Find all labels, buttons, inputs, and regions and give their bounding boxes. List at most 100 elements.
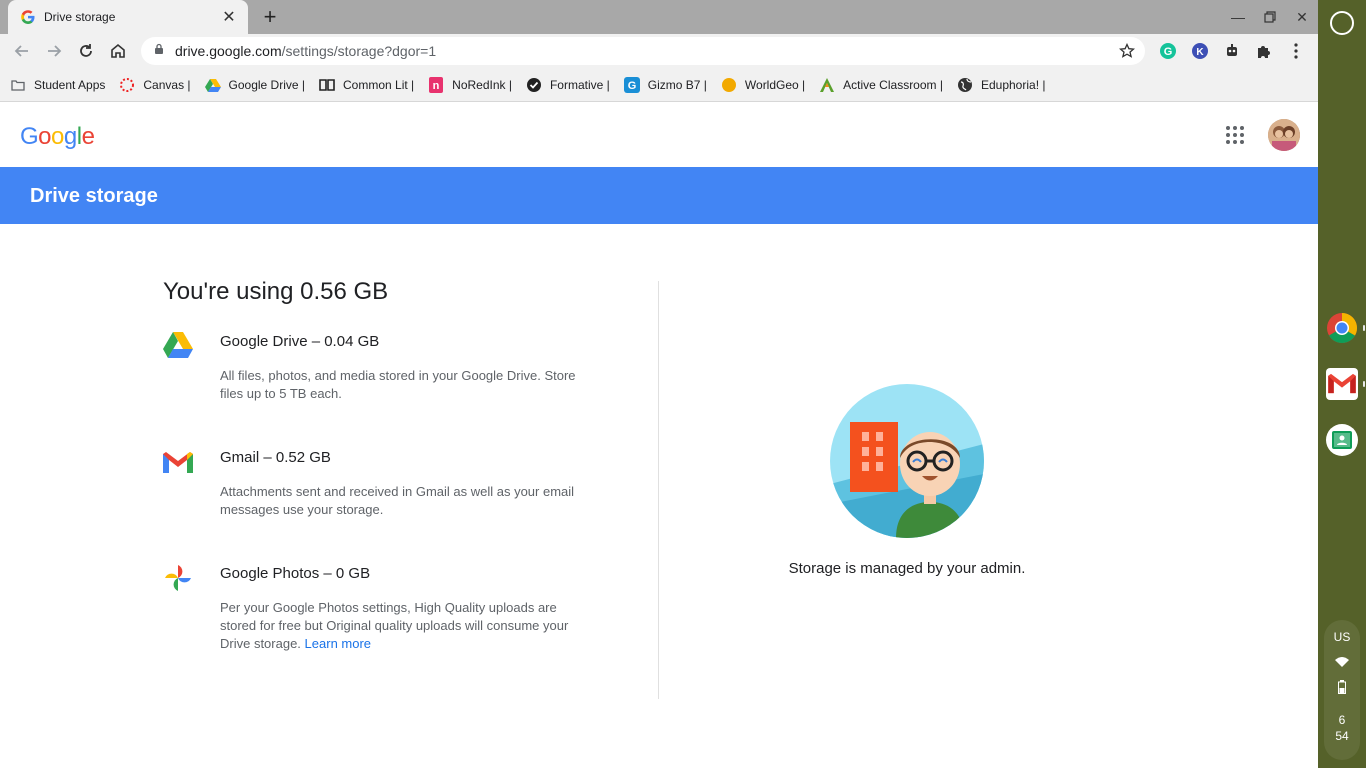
admin-illustration: [830, 384, 984, 538]
toolbar: drive.google.com/settings/storage?dgor=1…: [0, 34, 1318, 68]
item-description: All files, photos, and media stored in y…: [220, 368, 576, 401]
worldgeo-icon: [721, 77, 737, 93]
menu-kebab-icon[interactable]: [1286, 41, 1306, 61]
formative-icon: [526, 77, 542, 93]
svg-text:n: n: [433, 80, 440, 92]
usage-heading: You're using 0.56 GB: [163, 278, 389, 305]
bookmark-label: Canvas |: [143, 77, 191, 92]
item-description: Per your Google Photos settings, High Qu…: [220, 599, 580, 653]
google-apps-icon[interactable]: [1223, 123, 1247, 147]
bookmark-active-classroom[interactable]: Active Classroom |: [819, 77, 943, 93]
learn-more-link[interactable]: Learn more: [305, 636, 371, 651]
item-name: Gmail – 0.52 GB: [220, 449, 331, 466]
bookmark-gizmo[interactable]: G Gizmo B7 |: [623, 76, 707, 93]
bookmarks-bar: Student Apps Canvas | Google Drive | Com…: [0, 68, 1318, 102]
avatar[interactable]: [1268, 119, 1300, 151]
extension-robot-icon[interactable]: [1222, 41, 1242, 61]
minimize-icon[interactable]: —: [1226, 6, 1250, 28]
item-name: Google Photos – 0 GB: [220, 565, 371, 582]
google-header: Google: [0, 103, 1318, 167]
globe-icon: [957, 77, 973, 93]
browser-window: Drive storage ✕ + — ✕ drive.google.com/s…: [0, 0, 1318, 768]
running-indicator: [1363, 381, 1365, 387]
bookmark-formative[interactable]: Formative |: [526, 77, 610, 93]
clock-hour: 6: [1338, 713, 1346, 727]
bookmark-google-drive[interactable]: Google Drive |: [204, 77, 306, 93]
page-title: Drive storage: [30, 185, 158, 207]
grammarly-icon[interactable]: G: [1158, 41, 1178, 61]
os-shelf: US 6 54: [1318, 0, 1366, 768]
forward-button[interactable]: [40, 37, 68, 65]
page-banner: Drive storage: [0, 167, 1318, 224]
home-button[interactable]: [104, 37, 132, 65]
google-drive-icon: [204, 77, 221, 93]
canvas-icon: [119, 77, 135, 93]
bookmark-worldgeo[interactable]: WorldGeo |: [721, 77, 805, 93]
bookmark-label: Student Apps: [34, 77, 106, 92]
item-name: Google Drive – 0.04 GB: [220, 333, 380, 350]
running-indicator: [1363, 325, 1365, 331]
back-button[interactable]: [8, 37, 36, 65]
url-path: /settings/storage?dgor=1: [281, 43, 437, 59]
google-g-icon: [20, 9, 36, 25]
extensions-puzzle-icon[interactable]: [1254, 41, 1274, 61]
bookmark-label: Formative |: [549, 77, 610, 92]
bookmark-label: WorldGeo |: [744, 77, 806, 92]
active-classroom-icon: [819, 77, 835, 93]
logo-letter: o: [51, 123, 64, 150]
bookmark-label: Eduphoria! |: [980, 77, 1046, 92]
svg-text:G: G: [1164, 46, 1173, 58]
folder-icon: [10, 77, 26, 93]
logo-letter: o: [38, 123, 52, 150]
lock-icon: [153, 42, 165, 60]
battery-icon: [1338, 680, 1346, 699]
bookmark-canvas[interactable]: Canvas |: [119, 77, 191, 93]
gizmo-icon: G: [623, 76, 640, 93]
tab-drive-storage[interactable]: Drive storage ✕: [8, 0, 248, 34]
book-icon: [319, 77, 335, 93]
page-content: Google Drive storage You're using 0.56 G…: [0, 103, 1318, 768]
item-description: Attachments sent and received in Gmail a…: [220, 484, 575, 517]
bookmark-label: NoRedInk |: [452, 77, 512, 92]
google-photos-icon: [163, 563, 195, 595]
bookmark-student-apps[interactable]: Student Apps: [10, 77, 105, 93]
logo-letter: g: [63, 123, 77, 150]
logo-letter: G: [20, 123, 39, 150]
status-tray[interactable]: US 6 54: [1324, 620, 1360, 760]
wifi-icon: [1335, 654, 1349, 672]
chrome-icon[interactable]: [1326, 312, 1358, 344]
item-description-text: Per your Google Photos settings, High Qu…: [220, 600, 569, 651]
clock-minute: 54: [1335, 729, 1349, 743]
gmail-icon[interactable]: [1326, 368, 1358, 400]
admin-message: Storage is managed by your admin.: [788, 560, 1026, 577]
bookmark-label: Google Drive |: [228, 77, 306, 92]
logo-letter: e: [81, 123, 95, 150]
reload-button[interactable]: [72, 37, 100, 65]
address-bar[interactable]: drive.google.com/settings/storage?dgor=1: [141, 37, 1145, 65]
bookmark-common-lit[interactable]: Common Lit |: [319, 77, 414, 93]
window-close-icon[interactable]: ✕: [1290, 6, 1314, 28]
close-icon[interactable]: ✕: [220, 8, 238, 26]
bookmark-eduphoria[interactable]: Eduphoria! |: [957, 77, 1046, 93]
bookmark-label: Gizmo B7 |: [647, 77, 707, 92]
kami-icon[interactable]: K: [1190, 41, 1210, 61]
url-domain: drive.google.com: [175, 43, 282, 59]
star-icon[interactable]: [1118, 42, 1136, 64]
google-logo[interactable]: Google: [20, 123, 95, 151]
gmail-icon: [163, 447, 195, 479]
divider: [658, 281, 659, 699]
launcher-icon[interactable]: [1330, 11, 1354, 35]
bookmark-label: Common Lit |: [343, 77, 415, 92]
noredink-icon: n: [428, 76, 444, 93]
svg-text:G: G: [627, 80, 636, 92]
restore-icon[interactable]: [1258, 6, 1282, 28]
google-classroom-icon[interactable]: [1326, 424, 1358, 456]
tab-strip: Drive storage ✕ + — ✕: [0, 0, 1318, 34]
bookmark-noredink[interactable]: n NoRedInk |: [428, 76, 512, 93]
locale-indicator: US: [1333, 630, 1351, 644]
google-drive-icon: [163, 331, 195, 363]
tab-title: Drive storage: [44, 10, 116, 24]
new-tab-button[interactable]: +: [258, 4, 282, 29]
bookmark-label: Active Classroom |: [843, 77, 943, 92]
svg-text:K: K: [1196, 47, 1204, 58]
